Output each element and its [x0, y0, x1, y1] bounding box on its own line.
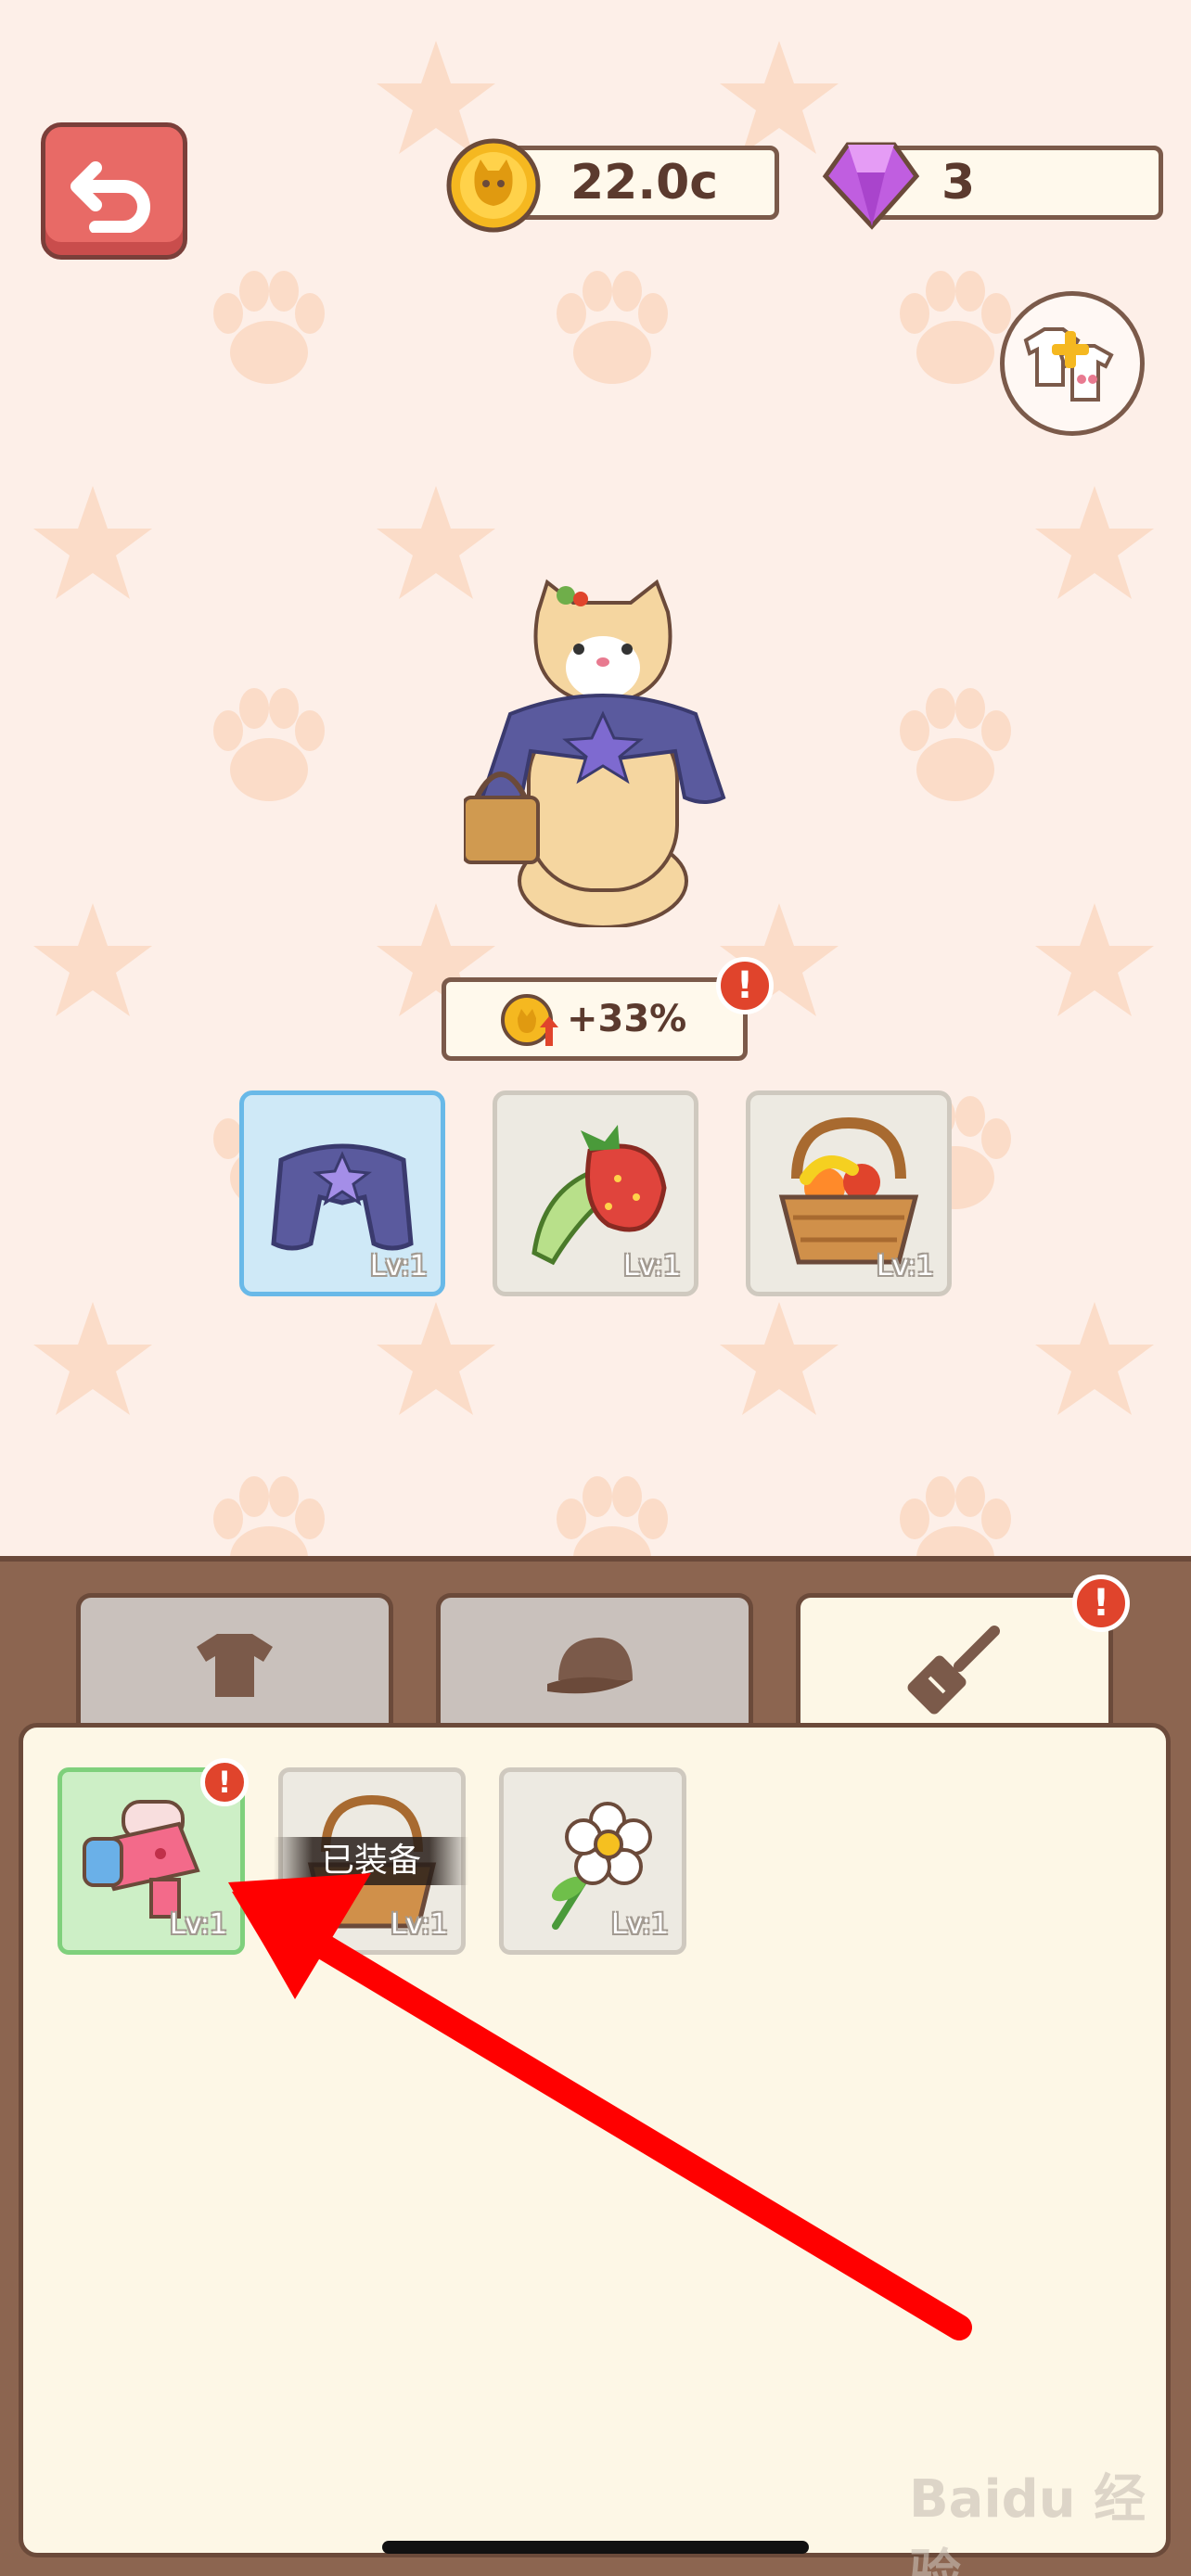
income-bonus: +33%: [442, 977, 748, 1061]
equipped-status-label: 已装备: [274, 1837, 468, 1885]
inventory-item-basket[interactable]: 已装备 Lv:1: [274, 1767, 468, 1955]
item-level: Lv:1: [390, 1908, 448, 1941]
inventory-item-flower[interactable]: Lv:1: [499, 1767, 686, 1955]
coin-boost-icon: [501, 994, 558, 1046]
gem-value: 3: [941, 155, 976, 210]
equipped-slot-basket[interactable]: Lv:1: [746, 1090, 952, 1296]
shirt-icon: [197, 1633, 273, 1697]
cat-coin-icon: [446, 138, 541, 233]
equipped-slot-cape[interactable]: Lv:1: [239, 1090, 445, 1296]
watermark: Baidu 经验: [909, 2469, 1146, 2576]
tools-tab-alert-badge: !: [1072, 1575, 1130, 1632]
slot-level: Lv:1: [369, 1250, 428, 1282]
item-alert-badge: !: [200, 1758, 249, 1806]
home-indicator[interactable]: [382, 2541, 809, 2554]
undo-arrow-icon: [70, 161, 150, 233]
equipped-slot-strawberry[interactable]: Lv:1: [493, 1090, 698, 1296]
income-bonus-value: +33%: [567, 998, 687, 1040]
coin-value: 22.0c: [570, 155, 719, 210]
outfit-plus-icon: [1023, 327, 1114, 402]
spatula-icon: [907, 1625, 1000, 1714]
slot-level: Lv:1: [876, 1250, 934, 1282]
gem-icon: [822, 142, 920, 230]
cap-icon: [547, 1637, 633, 1693]
back-button[interactable]: [41, 122, 187, 260]
tab-clothing[interactable]: [76, 1593, 393, 1732]
tab-hats[interactable]: [436, 1593, 753, 1732]
add-outfit-button[interactable]: [1000, 291, 1145, 436]
item-level: Lv:1: [169, 1908, 227, 1941]
bonus-alert-badge: !: [716, 957, 774, 1014]
cat-character: [464, 579, 726, 927]
slot-level: Lv:1: [622, 1250, 681, 1282]
item-level: Lv:1: [610, 1908, 669, 1941]
tab-tools[interactable]: [796, 1593, 1113, 1743]
